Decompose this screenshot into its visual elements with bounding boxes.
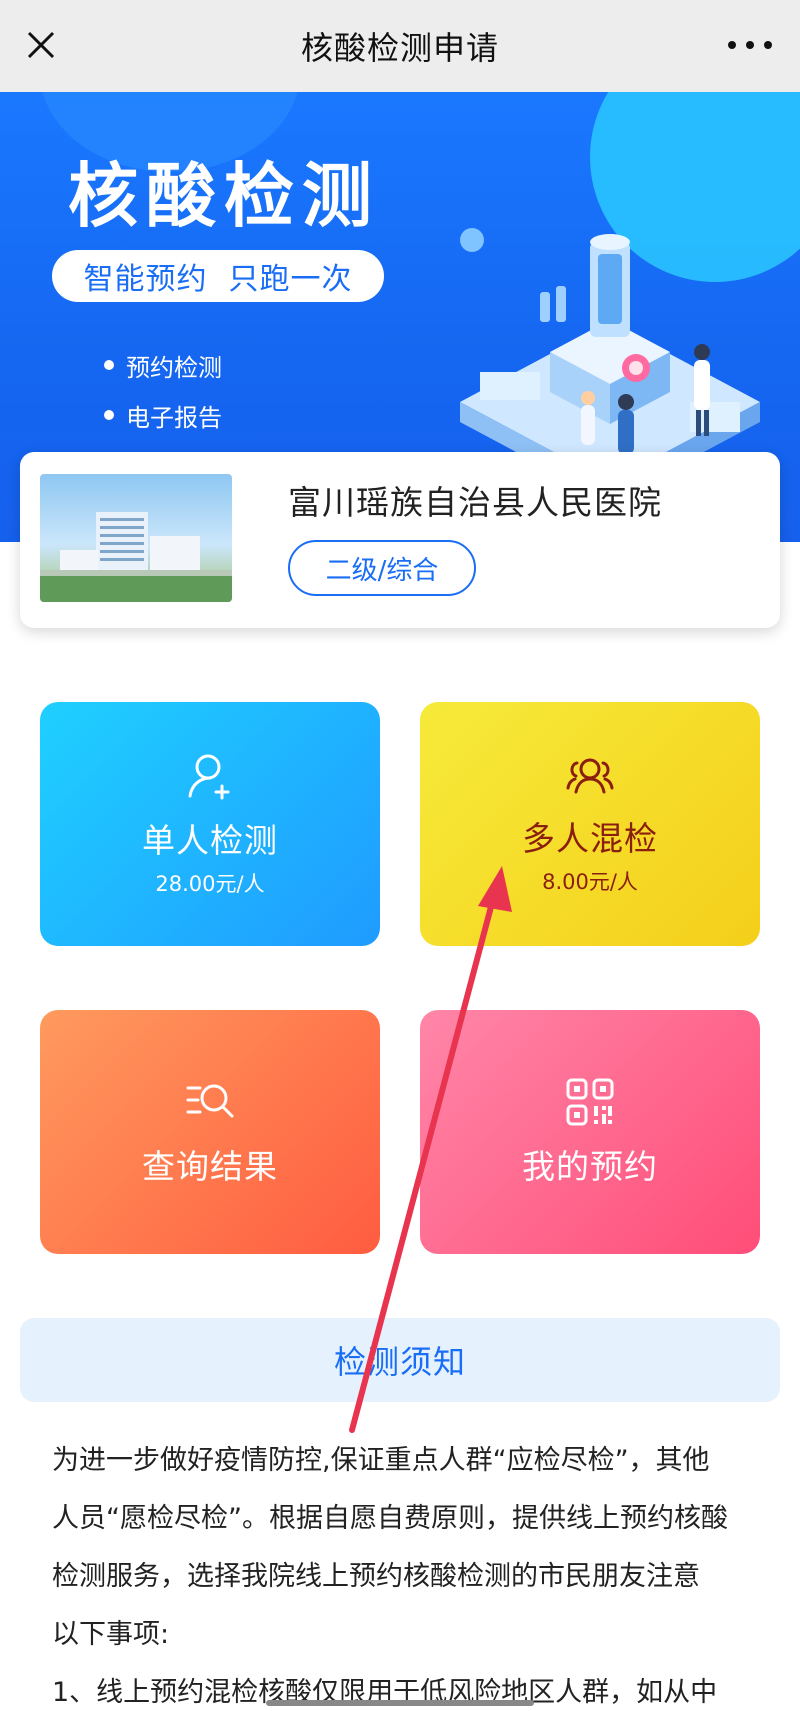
more-dots-icon[interactable] — [728, 34, 772, 56]
notice-line: 人员“愿检尽检”。根据自愿自费原则，提供线上预约核酸 — [52, 1503, 728, 1534]
notice-body: 为进一步做好疫情防控,保证重点人群“应检尽检”，其他 人员“愿检尽检”。根据自愿… — [52, 1432, 760, 1711]
close-icon[interactable] — [24, 28, 58, 62]
my-appointment-button[interactable]: 我的预约 — [420, 1010, 760, 1254]
hospital-level-badge: 二级/综合 — [288, 540, 476, 596]
tile-label: 我的预约 — [522, 1147, 658, 1186]
tile-label: 查询结果 — [142, 1147, 278, 1186]
group-test-button[interactable]: 多人混检 8.00元/人 — [420, 702, 760, 946]
banner-title: 核酸检测 — [68, 155, 380, 237]
banner-feature-list: 预约检测 电子报告 — [104, 340, 222, 440]
notice-line: 为进一步做好疫情防控,保证重点人群“应检尽检”，其他 — [52, 1445, 710, 1476]
list-search-icon — [186, 1084, 234, 1118]
hospital-photo — [40, 474, 232, 602]
hospital-card[interactable]: 富川瑶族自治县人民医院 二级/综合 — [20, 452, 780, 628]
notice-line: 以下事项: — [52, 1619, 170, 1650]
home-indicator[interactable] — [266, 1700, 534, 1706]
banner-slogan-pill: 智能预约 只跑一次 — [52, 250, 384, 302]
tile-label: 多人混检 — [522, 819, 658, 858]
qrcode-icon — [566, 1078, 614, 1126]
page-title: 核酸检测申请 — [300, 29, 499, 67]
top-nav-bar: 核酸检测申请 — [0, 0, 800, 92]
group-icon — [566, 758, 614, 794]
tile-price: 28.00元/人 — [155, 872, 265, 896]
tile-price: 8.00元/人 — [542, 870, 638, 894]
notice-header: 检测须知 — [20, 1318, 780, 1402]
query-result-button[interactable]: 查询结果 — [40, 1010, 380, 1254]
tile-label: 单人检测 — [142, 821, 278, 860]
banner-feature-item: 电子报告 — [104, 390, 222, 440]
hospital-name: 富川瑶族自治县人民医院 — [288, 483, 662, 522]
banner-feature-item: 预约检测 — [104, 340, 222, 390]
user-add-icon — [188, 754, 230, 800]
single-test-button[interactable]: 单人检测 28.00元/人 — [40, 702, 380, 946]
notice-line: 检测服务，选择我院线上预约核酸检测的市民朋友注意 — [52, 1561, 700, 1592]
